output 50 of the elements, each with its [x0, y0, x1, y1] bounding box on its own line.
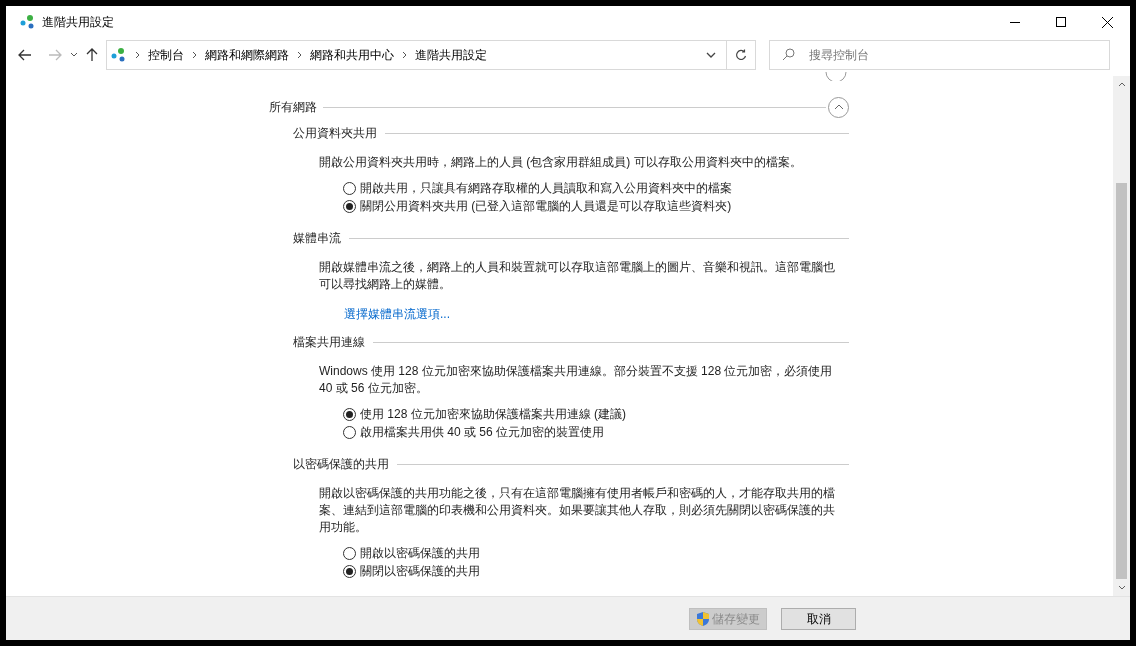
media-streaming-link[interactable]: 選擇媒體串流選項... [344, 307, 450, 321]
scrollbar[interactable] [1113, 76, 1130, 596]
radio-button[interactable] [343, 425, 356, 439]
radio-label[interactable]: 開啟共用，只讓具有網路存取權的人員讀取和寫入公用資料夾中的檔案 [360, 179, 732, 197]
scrollbar-thumb[interactable] [1116, 183, 1127, 579]
radio-label[interactable]: 啟用檔案共用供 40 或 56 位元加密的裝置使用 [360, 423, 605, 441]
chevron-up-icon [833, 104, 844, 110]
section-description: 開啟以密碼保護的共用功能之後，只有在這部電腦擁有使用者帳戶和密碼的人，才能存取共用的檔案、連結到這部電腦的印表機和公用資料夾。如果要讓其他人存取，則必須先關閉以密碼保護的共用功能。 [319, 485, 836, 536]
radio-button[interactable] [343, 181, 356, 195]
refresh-icon[interactable] [735, 49, 747, 61]
section-description: Windows 使用 128 位元加密來協助保護檔案共用連線。部分裝置不支援 128 位元加密，必須使用 40 或 56 位元加密。 [319, 363, 834, 397]
network-icon [20, 15, 36, 29]
chevron-right-icon [402, 51, 407, 59]
radio-button[interactable] [343, 564, 356, 578]
radio-button[interactable] [343, 546, 356, 560]
breadcrumb-item[interactable]: 進階共用設定 [415, 46, 487, 64]
breadcrumb-item[interactable]: 網路和網際網路 [205, 46, 289, 64]
section-heading: 媒體串流 [293, 230, 341, 247]
back-arrow-icon[interactable] [18, 49, 32, 61]
scroll-down-icon[interactable] [1117, 585, 1126, 590]
breadcrumb-item[interactable]: 網路和共用中心 [310, 46, 394, 64]
network-icon [111, 48, 127, 62]
up-arrow-icon[interactable] [86, 48, 98, 62]
radio-label[interactable]: 開啟以密碼保護的共用 [360, 544, 480, 562]
search-field[interactable]: 搜尋控制台 [769, 40, 1110, 70]
window-title: 進階共用設定 [42, 14, 114, 31]
radio-label[interactable]: 關閉以密碼保護的共用 [360, 562, 480, 580]
dropdown-caret-icon[interactable] [70, 52, 78, 58]
close-icon [1101, 16, 1113, 28]
section-heading: 檔案共用連線 [293, 334, 365, 351]
address-bar[interactable]: 控制台 網路和網際網路 網路和共用中心 進階共用設定 [106, 40, 756, 70]
radio-label[interactable]: 使用 128 位元加密來協助保護檔案共用連線 (建議) [360, 405, 626, 423]
group-heading: 所有網路 [269, 99, 317, 116]
radio-button[interactable] [343, 407, 356, 421]
chevron-right-icon [192, 51, 197, 59]
collapse-button-edge-icon[interactable] [825, 72, 847, 81]
maximize-icon [1056, 17, 1066, 27]
scroll-up-icon[interactable] [1117, 82, 1126, 87]
section-heading: 以密碼保護的共用 [293, 456, 389, 473]
section-description: 開啟媒體串流之後，網路上的人員和裝置就可以存取這部電腦上的圖片、音樂和視訊。這部電腦也可以尋找網路上的媒體。 [319, 259, 836, 293]
search-icon [782, 48, 795, 61]
dropdown-caret-icon[interactable] [706, 52, 716, 58]
breadcrumb-item[interactable]: 控制台 [148, 46, 184, 64]
footer-button[interactable]: 取消 [781, 607, 856, 630]
radio-button[interactable] [343, 199, 356, 213]
radio-label[interactable]: 關閉公用資料夾共用 (已登入這部電腦的人員還是可以存取這些資料夾) [360, 197, 732, 215]
chevron-right-icon [135, 51, 140, 59]
chevron-right-icon [297, 51, 302, 59]
section-heading: 公用資料夾共用 [293, 125, 377, 142]
section-description: 開啟公用資料夾共用時，網路上的人員 (包含家用群組成員) 可以存取公用資料夾中的檔案。 [319, 154, 803, 171]
